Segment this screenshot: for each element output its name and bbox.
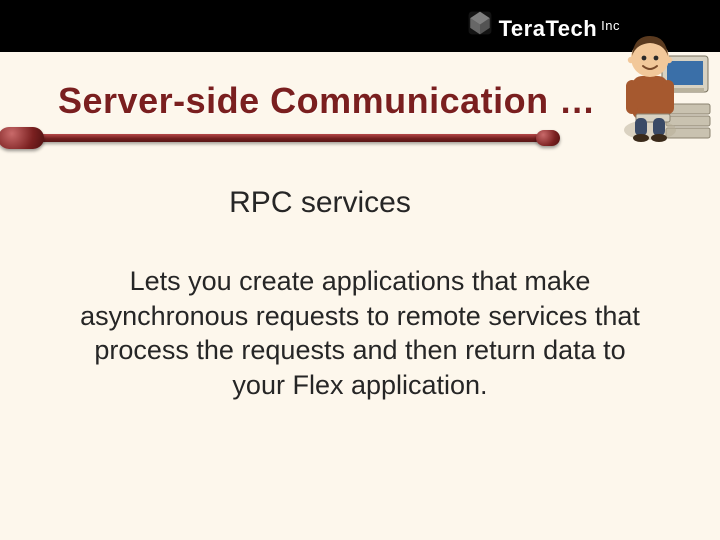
slide-subheading: RPC services [0,186,720,220]
logo-mark-icon [467,10,493,36]
slide-title: Server-side Communication … [58,80,596,122]
logo-text-tera: Tera [499,16,546,42]
title-underline-icon [0,128,560,148]
logo-text-inc: Inc [601,18,620,33]
mascot-icon [620,18,714,148]
top-bar: TeraTech Inc [0,0,720,52]
company-logo: TeraTech Inc [467,10,620,42]
slide: TeraTech Inc [0,0,720,540]
slide-body: Lets you create applications that make a… [70,264,650,402]
logo-text-tech: Tech [545,16,597,42]
